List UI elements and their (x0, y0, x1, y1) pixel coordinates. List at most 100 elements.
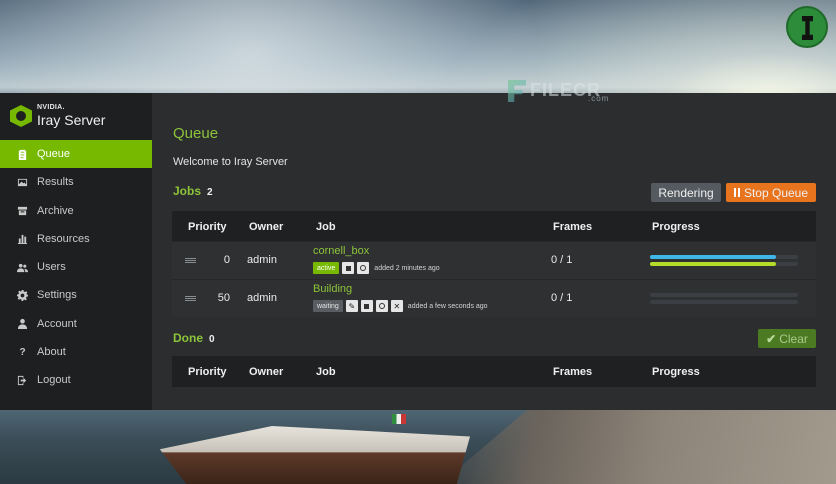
job-name-link[interactable]: Building (313, 283, 352, 295)
sidebar-item-settings[interactable]: Settings (0, 281, 152, 309)
stop-job-button[interactable] (342, 262, 355, 274)
welcome-text: Welcome to Iray Server (173, 156, 288, 168)
sidebar-item-queue[interactable]: Queue (0, 140, 152, 168)
drag-handle-icon[interactable] (185, 296, 196, 301)
pause-icon (733, 188, 740, 197)
brand-logo[interactable]: NVIDIA. Iray Server (10, 103, 150, 133)
clear-label: Clear (779, 331, 808, 346)
sidebar-item-label: Users (37, 261, 66, 274)
column-job[interactable]: Job (316, 221, 336, 233)
column-owner[interactable]: Owner (249, 366, 283, 378)
progress-bar (650, 262, 798, 266)
sidebar-item-resources[interactable]: Resources (0, 225, 152, 253)
table-header: Priority Owner Job Frames Progress (172, 356, 816, 386)
stop-icon (364, 303, 370, 309)
drag-handle-icon[interactable] (185, 258, 196, 263)
sidebar-item-logout[interactable]: Logout (0, 366, 152, 394)
sidebar-item-account[interactable]: Account (0, 310, 152, 338)
close-icon: ✕ (393, 301, 401, 311)
job-added-time: added 2 minutes ago (374, 264, 440, 272)
watermark: FILECR .com (508, 76, 618, 104)
watermark-sub: .com (588, 94, 610, 103)
job-priority: 0 (223, 254, 230, 266)
image-icon (17, 177, 28, 188)
sidebar-item-label: Account (37, 317, 77, 330)
rendering-label: Rendering (658, 185, 714, 200)
sidebar-item-label: Settings (37, 289, 77, 302)
status-badge: active (313, 262, 340, 274)
column-job[interactable]: Job (316, 366, 336, 378)
job-name-link[interactable]: cornell_box (313, 245, 369, 257)
sidebar-item-archive[interactable]: Archive (0, 197, 152, 225)
column-owner[interactable]: Owner (249, 221, 283, 233)
app-window: NVIDIA. Iray Server Queue Results Archiv… (0, 93, 836, 410)
stop-job-button[interactable] (360, 300, 373, 312)
progress-bar-fill (650, 255, 776, 259)
refresh-icon (360, 265, 367, 271)
sidebar-item-results[interactable]: Results (0, 168, 152, 196)
edit-job-button[interactable]: ✎ (345, 300, 358, 312)
table-row: 0 admin cornell_box active added 2 minut… (172, 241, 816, 279)
sidebar-item-label: Results (37, 176, 74, 189)
sidebar-item-label: Resources (37, 232, 90, 245)
refresh-icon (378, 303, 385, 309)
done-count: 0 (209, 334, 215, 345)
logout-icon (17, 375, 28, 386)
done-heading: Done 0 (173, 331, 215, 345)
rendering-button[interactable]: Rendering (651, 183, 721, 202)
corner-logo (786, 6, 828, 48)
jobs-heading: Jobs 2 (173, 184, 213, 198)
background-flag (392, 414, 406, 424)
refresh-job-button[interactable] (357, 262, 370, 274)
jobs-label: Jobs (173, 184, 202, 198)
table-row: 50 admin Building waiting ✎ ✕ added a fe… (172, 279, 816, 317)
jobs-table: Priority Owner Job Frames Progress 0 adm… (172, 211, 816, 317)
table-header: Priority Owner Job Frames Progress (172, 211, 816, 241)
question-icon: ? (19, 346, 26, 358)
brand-vendor: NVIDIA. (37, 104, 65, 111)
job-frames: 0 / 1 (551, 292, 573, 304)
job-added-time: added a few seconds ago (407, 302, 488, 310)
column-progress[interactable]: Progress (652, 366, 700, 378)
stop-icon (345, 265, 351, 271)
job-controls: waiting ✎ ✕ added a few seconds ago (313, 300, 488, 312)
sidebar-item-label: Archive (37, 204, 74, 217)
archive-icon (17, 205, 28, 216)
stop-queue-button[interactable]: Stop Queue (726, 183, 816, 202)
job-priority: 50 (217, 292, 230, 304)
main-content: Queue Welcome to Iray Server Jobs 2 Rende… (152, 93, 836, 410)
clear-button[interactable]: ✔ Clear (758, 329, 816, 348)
brand-name: Iray Server (37, 112, 106, 128)
watermark-logo-icon (508, 80, 526, 102)
done-table: Priority Owner Job Frames Progress (172, 356, 816, 387)
column-priority[interactable]: Priority (188, 221, 227, 233)
job-frames: 0 / 1 (551, 254, 573, 266)
clipboard-icon (17, 149, 28, 160)
progress-bar (650, 293, 798, 297)
sidebar-item-users[interactable]: Users (0, 253, 152, 281)
progress-bar (650, 255, 798, 259)
job-owner: admin (247, 292, 277, 304)
page-title: Queue (173, 125, 219, 142)
sidebar-item-about[interactable]: ? About (0, 338, 152, 366)
column-frames[interactable]: Frames (553, 221, 592, 233)
pencil-icon: ✎ (348, 301, 356, 311)
column-frames[interactable]: Frames (553, 366, 592, 378)
sidebar-nav: Queue Results Archive Resources Users Se… (0, 140, 152, 395)
jobs-count: 2 (207, 187, 213, 198)
check-icon: ✔ (766, 331, 777, 346)
users-icon (17, 262, 28, 273)
status-badge: waiting (313, 300, 343, 312)
sidebar-item-label: Queue (37, 148, 71, 160)
remove-job-button[interactable]: ✕ (390, 300, 403, 312)
bar-chart-icon (17, 233, 28, 245)
column-progress[interactable]: Progress (652, 221, 700, 233)
progress-bar-fill (650, 262, 776, 266)
stop-queue-label: Stop Queue (743, 185, 809, 200)
column-priority[interactable]: Priority (188, 366, 227, 378)
refresh-job-button[interactable] (375, 300, 388, 312)
progress-bar (650, 300, 798, 304)
done-label: Done (173, 331, 203, 345)
gear-icon (17, 289, 28, 301)
nvidia-logo-icon (10, 105, 32, 127)
